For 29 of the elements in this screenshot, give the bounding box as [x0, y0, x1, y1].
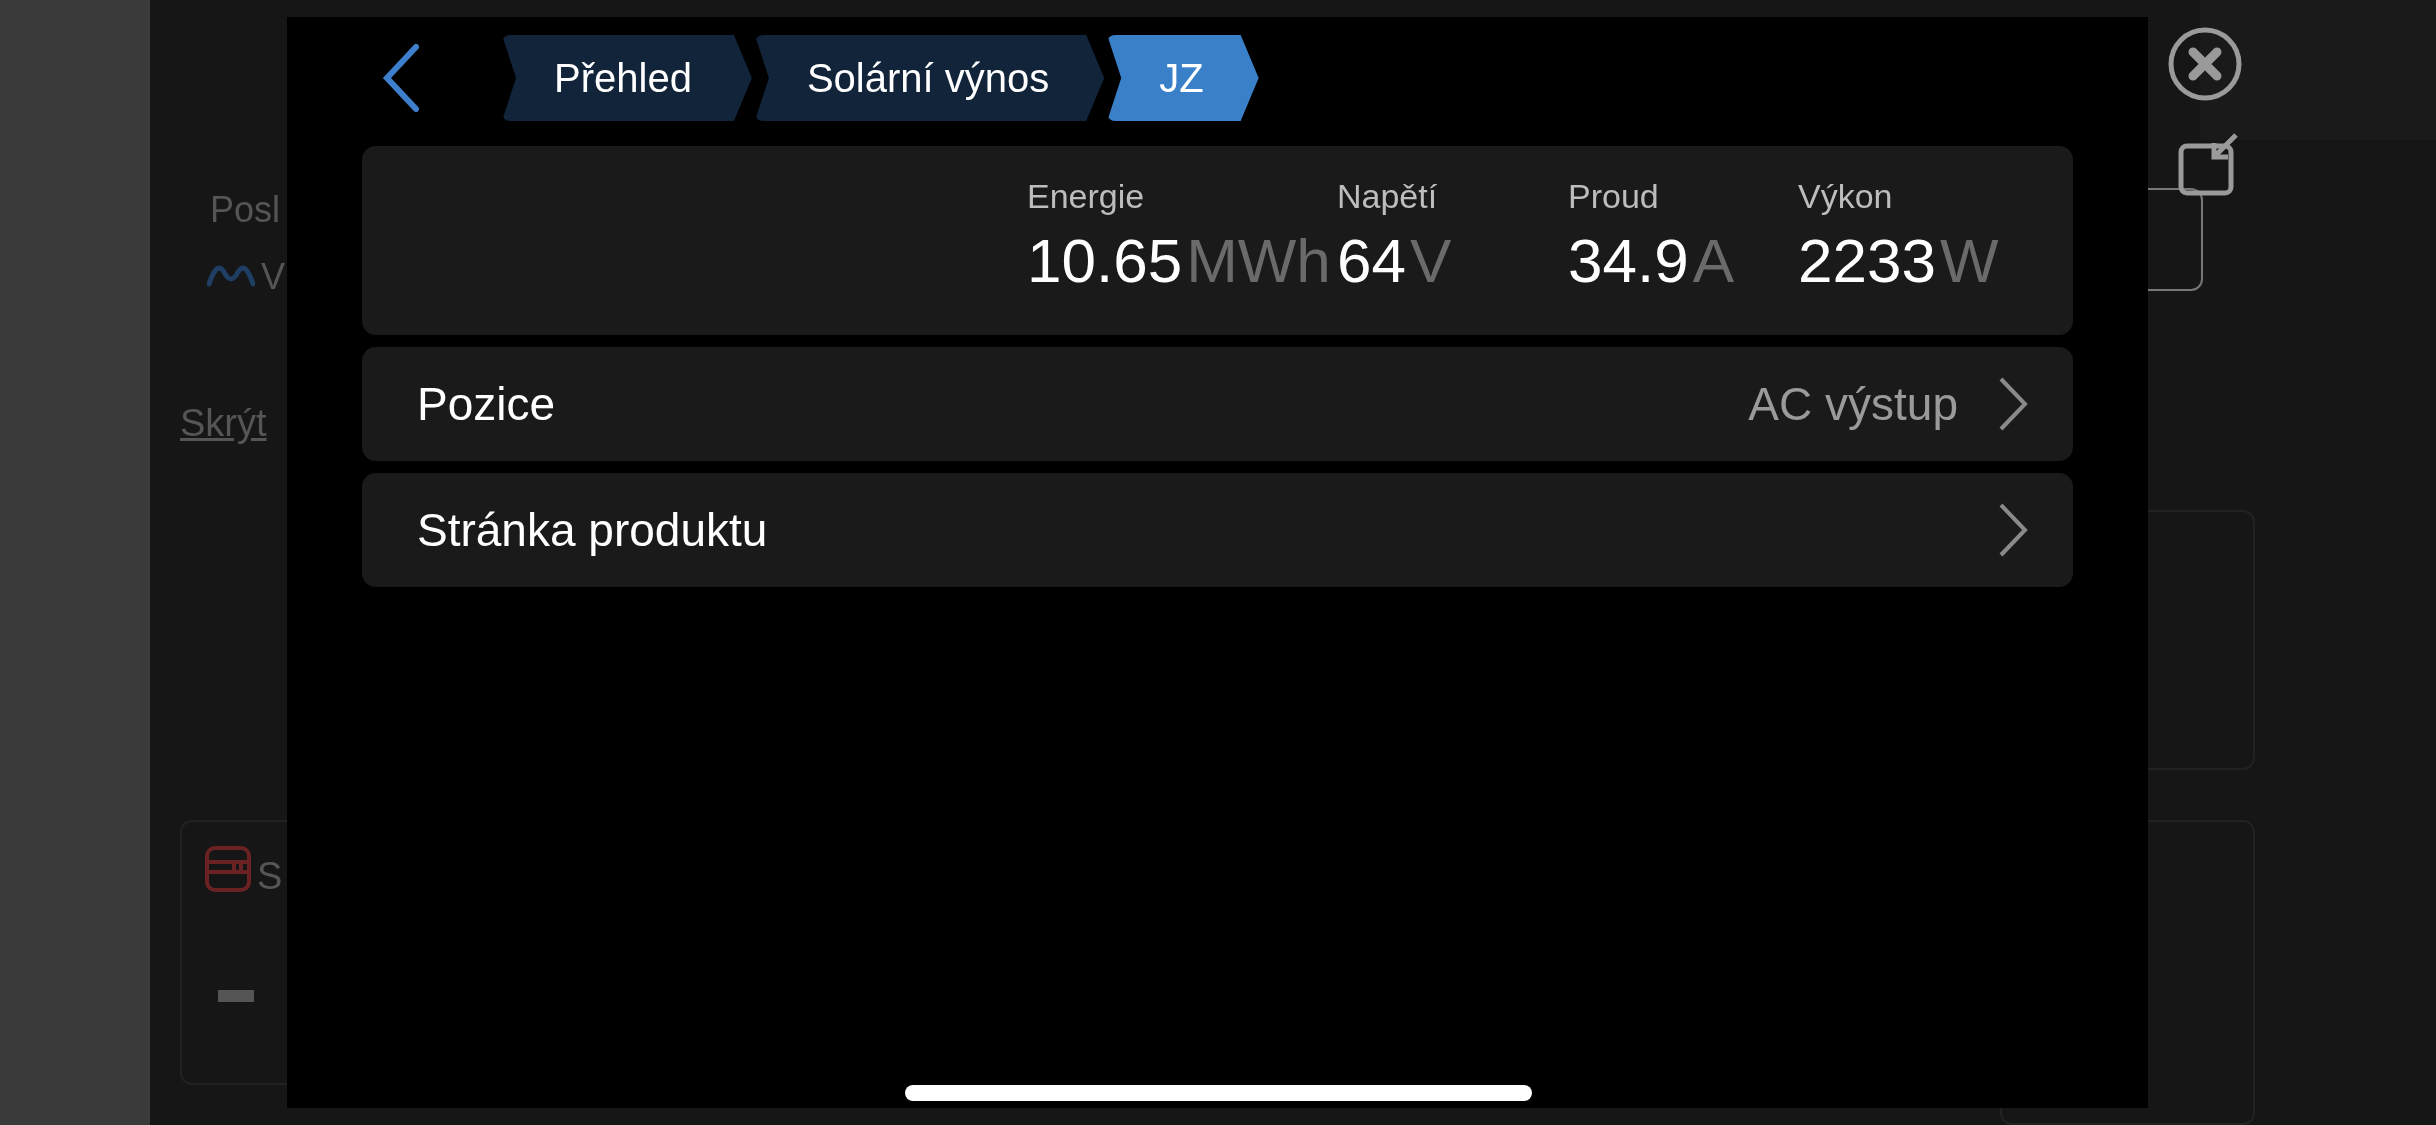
metric-label: Energie: [1027, 176, 1146, 216]
value-text: V: [261, 255, 285, 299]
menu-row[interactable]: Pozice AC výstup: [362, 347, 2073, 461]
metric-value: 10.65: [1027, 228, 1183, 294]
card-title: S: [257, 854, 283, 899]
chevron-icon: [1998, 502, 2028, 558]
metric-unit: V: [1409, 228, 1452, 294]
row-label: Stránka produktu: [417, 502, 769, 558]
breadcrumb-tab[interactable]: JZ: [1107, 35, 1259, 121]
metric-unit: MWh: [1186, 228, 1331, 294]
metric-unit: A: [1692, 228, 1735, 294]
breadcrumb-tab[interactable]: Solární výnos: [754, 35, 1105, 121]
metric-value: 2233: [1798, 228, 1936, 294]
metric-value: 64: [1337, 228, 1406, 294]
metric-label: Napětí: [1337, 176, 1439, 216]
metric-unit: W: [1939, 228, 1999, 294]
metric-label: Výkon: [1798, 176, 1894, 216]
row-value: AC výstup: [1748, 376, 1958, 432]
metric-value: 34.9: [1568, 228, 1689, 294]
close-button[interactable]: [2167, 26, 2243, 102]
breadcrumb-tab[interactable]: Přehled: [502, 35, 752, 121]
chevron-icon: [1998, 376, 2028, 432]
dash-mark: [218, 990, 254, 1002]
minimize-button[interactable]: [2178, 132, 2240, 196]
battery-icon: [204, 845, 252, 893]
metric-label: Proud: [1568, 176, 1660, 216]
menu-row[interactable]: Stránka produktu: [362, 473, 2073, 587]
label-text: Posl: [210, 188, 281, 232]
row-label: Pozice: [417, 376, 557, 432]
